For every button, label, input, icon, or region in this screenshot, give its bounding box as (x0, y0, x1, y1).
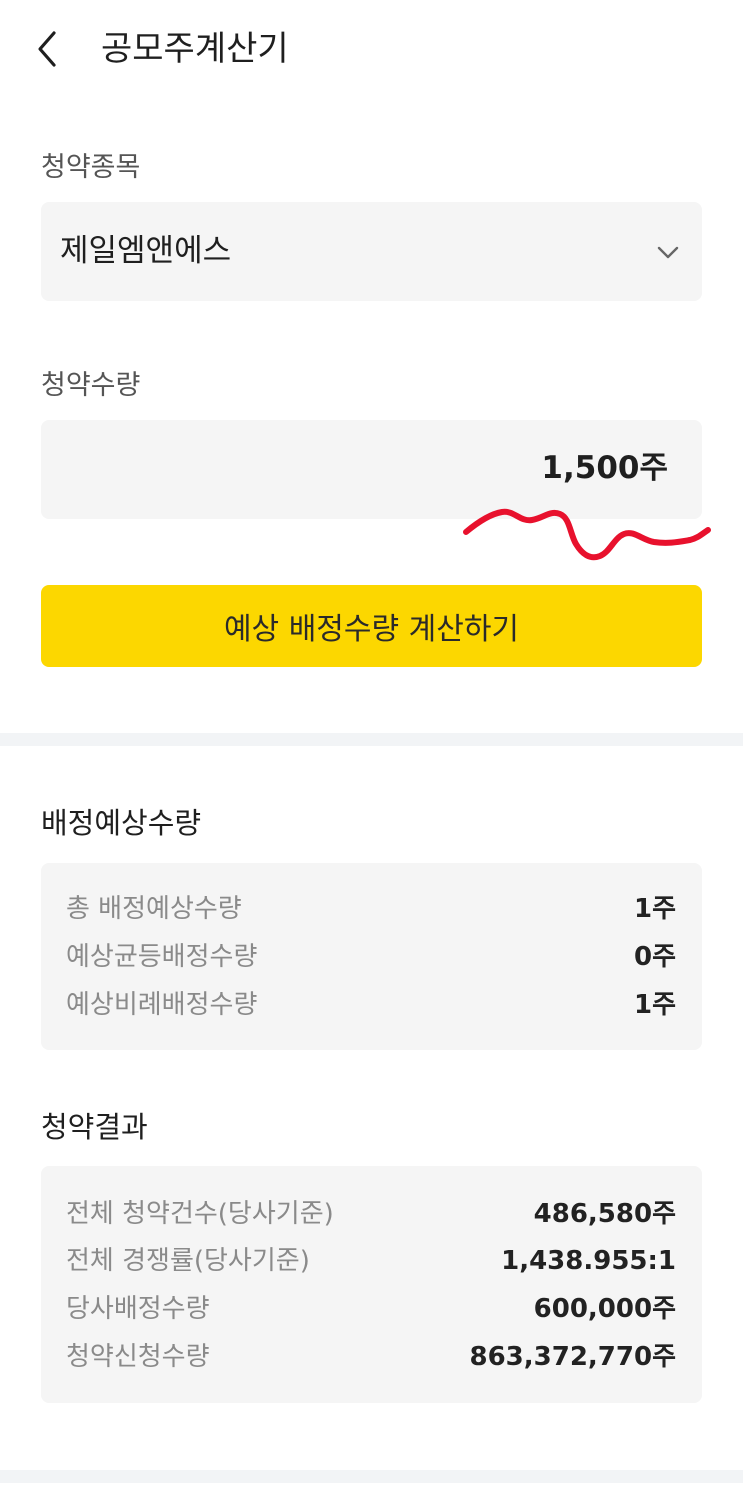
row-value: 1,438.955:1 (501, 1246, 676, 1276)
subscription-item-label: 청약종목 (41, 152, 141, 183)
chevron-left-icon (38, 31, 56, 67)
section-divider (0, 733, 743, 746)
page-title: 공모주계산기 (101, 29, 289, 69)
subscription-quantity-label: 청약수량 (41, 370, 141, 401)
table-row: 총 배정예상수량 1주 (41, 889, 702, 929)
subscription-item-select[interactable]: 제일엠앤에스 (41, 202, 702, 301)
row-value: 1주 (633, 990, 676, 1020)
row-label: 당사배정수량 (66, 1294, 210, 1324)
subscription-item-value: 제일엠앤에스 (60, 233, 232, 269)
row-label: 전체 청약건수(당사기준) (66, 1199, 334, 1229)
row-value: 486,580주 (533, 1199, 676, 1229)
back-button[interactable] (22, 22, 72, 76)
row-label: 청약신청수량 (66, 1342, 210, 1372)
red-scribble-annotation (463, 508, 711, 561)
result-card: 전체 청약건수(당사기준) 486,580주 전체 경쟁률(당사기준) 1,43… (41, 1166, 702, 1403)
chevron-down-icon (657, 246, 679, 259)
allocation-card: 총 배정예상수량 1주 예상균등배정수량 0주 예상비례배정수량 1주 (41, 863, 702, 1050)
row-label: 전체 경쟁률(당사기준) (66, 1246, 310, 1276)
table-row: 전체 청약건수(당사기준) 486,580주 (41, 1194, 702, 1234)
subscription-quantity-input[interactable] (268, 446, 668, 490)
allocation-section-title: 배정예상수량 (41, 806, 202, 840)
row-value: 600,000주 (533, 1294, 676, 1324)
row-label: 총 배정예상수량 (66, 894, 242, 924)
table-row: 전체 경쟁률(당사기준) 1,438.955:1 (41, 1241, 702, 1281)
table-row: 예상비례배정수량 1주 (41, 985, 702, 1025)
row-label: 예상균등배정수량 (66, 942, 258, 972)
row-label: 예상비례배정수량 (66, 990, 258, 1020)
row-value: 0주 (633, 942, 676, 972)
calculate-allocation-button[interactable]: 예상 배정수량 계산하기 (41, 585, 702, 667)
app-header: 공모주계산기 (0, 0, 743, 100)
section-divider (0, 1470, 743, 1483)
table-row: 예상균등배정수량 0주 (41, 937, 702, 977)
table-row: 당사배정수량 600,000주 (41, 1289, 702, 1329)
row-value: 863,372,770주 (469, 1342, 677, 1372)
row-value: 1주 (633, 894, 676, 924)
table-row: 청약신청수량 863,372,770주 (41, 1337, 702, 1377)
result-section-title: 청약결과 (41, 1110, 148, 1144)
